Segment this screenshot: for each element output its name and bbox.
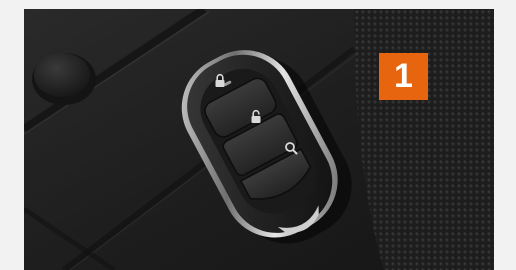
step-number-badge: 1 bbox=[379, 53, 428, 100]
image-frame: 1 bbox=[0, 0, 516, 270]
key-fob-photo bbox=[24, 9, 494, 270]
